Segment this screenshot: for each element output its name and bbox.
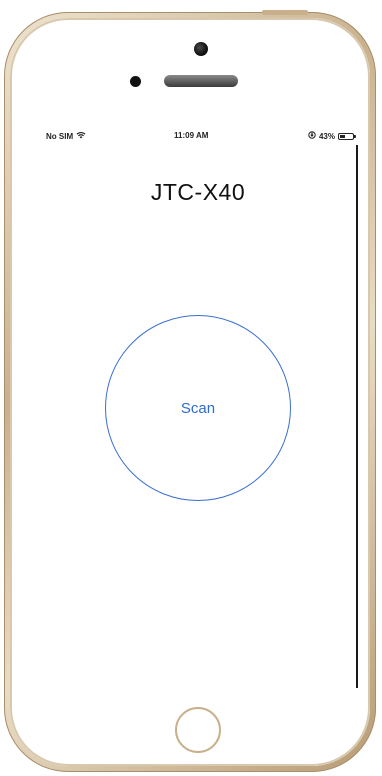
front-camera bbox=[194, 42, 208, 56]
battery-icon bbox=[338, 132, 356, 140]
battery-level-fill bbox=[340, 134, 346, 138]
power-button bbox=[262, 10, 308, 15]
page-title: JTC-X40 bbox=[150, 179, 246, 205]
scan-button-label: Scan bbox=[180, 399, 216, 417]
wifi-icon bbox=[76, 131, 86, 141]
status-right: 43% bbox=[308, 131, 356, 141]
battery-tip bbox=[354, 134, 356, 138]
screen-edge-line bbox=[356, 145, 358, 688]
phone-mockup: No SIM 11:09 AM 43% JTC-X40 Scan bbox=[0, 0, 382, 776]
earpiece-speaker bbox=[164, 75, 238, 87]
home-button[interactable] bbox=[175, 707, 221, 753]
battery-percent: 43% bbox=[318, 131, 335, 141]
rotation-lock-icon bbox=[308, 131, 316, 141]
status-left: No SIM bbox=[46, 131, 86, 141]
carrier-label: No SIM bbox=[46, 131, 74, 141]
proximity-sensor bbox=[130, 76, 141, 87]
app-screen: No SIM 11:09 AM 43% JTC-X40 Scan bbox=[38, 123, 358, 688]
status-time: 11:09 AM bbox=[174, 131, 209, 140]
scan-button[interactable]: Scan bbox=[105, 315, 291, 501]
status-bar: No SIM 11:09 AM 43% bbox=[46, 131, 358, 145]
